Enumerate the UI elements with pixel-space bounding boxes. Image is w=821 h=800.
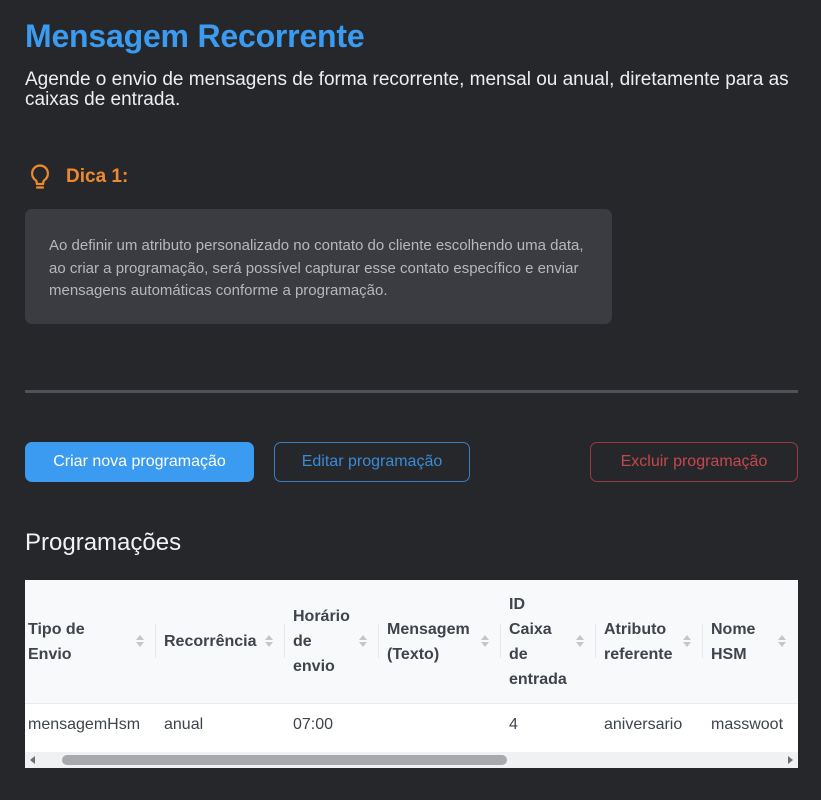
tip-header: Dica 1: <box>28 162 128 192</box>
schedules-table: Tipo de Envio Recorrência Horário de env… <box>25 580 798 768</box>
horizontal-scrollbar[interactable] <box>25 752 798 768</box>
column-header-label: Atributo referente <box>604 620 673 663</box>
sort-icon[interactable] <box>777 633 787 649</box>
column-header-label: ID Caixa de entrada <box>509 595 567 688</box>
column-divider <box>284 624 285 658</box>
cell-id-caixa: 4 <box>509 716 518 733</box>
column-divider <box>155 624 156 658</box>
sort-icon[interactable] <box>480 633 490 649</box>
sort-icon[interactable] <box>264 633 274 649</box>
schedules-title: Programações <box>25 529 182 556</box>
column-header-tipo-envio[interactable]: Tipo de Envio <box>28 580 128 703</box>
column-header-horario[interactable]: Horário de envio <box>293 580 355 703</box>
column-header-label: Tipo de Envio <box>28 620 85 663</box>
column-header-label: Mensagem (Texto) <box>387 620 470 663</box>
page-subtitle: Agende o envio de mensagens de forma rec… <box>25 69 789 110</box>
scroll-left-arrow-icon[interactable] <box>25 752 41 768</box>
sort-icon[interactable] <box>135 633 145 649</box>
cell-recorrencia: anual <box>164 716 204 733</box>
column-header-label: Horário de envio <box>293 608 350 675</box>
edit-schedule-button[interactable]: Editar programação <box>274 442 470 482</box>
cell-horario: 07:00 <box>293 716 334 733</box>
column-header-id-caixa[interactable]: ID Caixa de entrada <box>509 580 571 703</box>
column-divider <box>378 624 379 658</box>
column-header-atributo[interactable]: Atributo referente <box>604 580 682 703</box>
lightbulb-icon <box>31 164 49 189</box>
page: Mensagem Recorrente Agende o envio de me… <box>0 0 821 800</box>
column-header-label: Recorrência <box>164 633 257 650</box>
section-divider <box>25 390 798 393</box>
delete-schedule-button[interactable]: Excluir programação <box>590 442 798 482</box>
create-schedule-button[interactable]: Criar nova programação <box>25 442 254 482</box>
column-divider <box>595 624 596 658</box>
cell-nome-hsm: masswoot <box>711 716 784 733</box>
column-header-recorrencia[interactable]: Recorrência <box>164 580 262 703</box>
sort-icon[interactable] <box>682 633 692 649</box>
sort-icon[interactable] <box>358 633 368 649</box>
sort-icon[interactable] <box>575 633 585 649</box>
page-title: Mensagem Recorrente <box>25 18 365 54</box>
cell-atributo: aniversario <box>604 716 683 733</box>
column-divider <box>500 624 501 658</box>
tip-text: Ao definir um atributo personalizado no … <box>49 237 584 299</box>
tip-label: Dica 1: <box>66 166 129 187</box>
scrollbar-thumb[interactable] <box>62 755 507 765</box>
column-divider <box>702 624 703 658</box>
tip-box: Ao definir um atributo personalizado no … <box>25 209 612 324</box>
column-header-nome-hsm[interactable]: Nome HSM <box>711 580 773 703</box>
column-header-label: Nome HSM <box>711 620 756 663</box>
scroll-right-arrow-icon[interactable] <box>782 752 798 768</box>
table-header-row: Tipo de Envio Recorrência Horário de env… <box>25 580 798 704</box>
cell-tipo-envio: mensagemHsm <box>28 716 141 733</box>
column-header-mensagem[interactable]: Mensagem (Texto) <box>387 580 477 703</box>
